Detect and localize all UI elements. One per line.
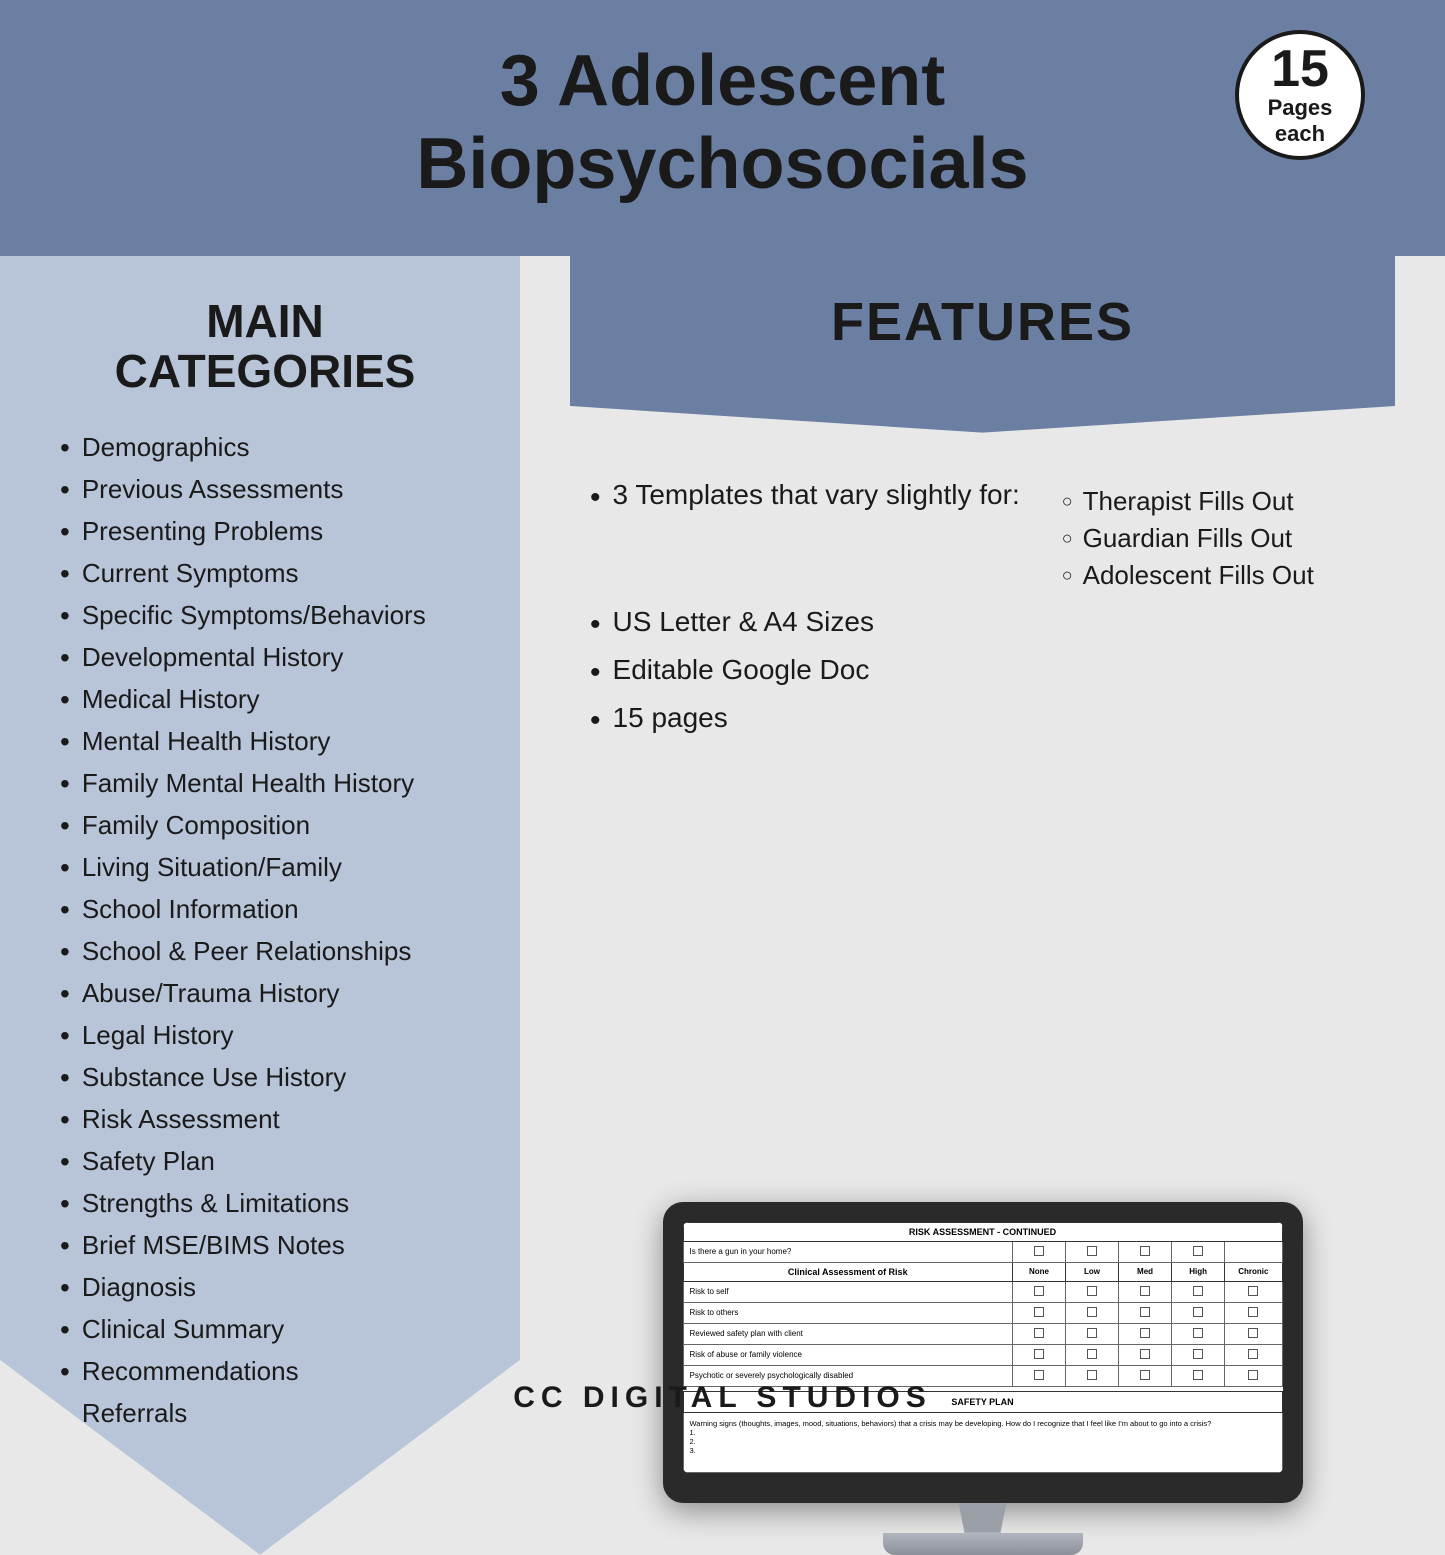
category-item: Risk Assessment xyxy=(60,1099,470,1141)
right-column: FEATURES 3 Templates that vary slightly … xyxy=(520,256,1445,1555)
category-item: Mental Health History xyxy=(60,721,470,763)
monitor-content: RISK ASSESSMENT - CONTINUED Is there a g… xyxy=(683,1222,1283,1473)
safety-plan-content: Warning signs (thoughts, images, mood, s… xyxy=(683,1413,1283,1473)
feature-sub-item: Guardian Fills Out xyxy=(1062,520,1314,557)
category-item: Substance Use History xyxy=(60,1057,470,1099)
category-item: Clinical Summary xyxy=(60,1309,470,1351)
category-item: Family Composition xyxy=(60,805,470,847)
feature-item: 15 pages xyxy=(590,696,1375,744)
risk-abuse: Risk of abuse or family violence xyxy=(683,1344,1012,1365)
category-item: Abuse/Trauma History xyxy=(60,973,470,1015)
category-item: Family Mental Health History xyxy=(60,763,470,805)
gun-question: Is there a gun in your home? xyxy=(683,1241,1012,1262)
risk-others: Risk to others xyxy=(683,1302,1012,1323)
footer-text: CC DIGITAL STUDIOS xyxy=(513,1381,932,1414)
features-list: 3 Templates that vary slightly for:Thera… xyxy=(570,473,1395,744)
category-item: Developmental History xyxy=(60,637,470,679)
table-main-title: RISK ASSESSMENT - CONTINUED xyxy=(683,1222,1282,1241)
badge-number: 15 xyxy=(1271,43,1329,95)
risk-safety-plan: Reviewed safety plan with client xyxy=(683,1323,1012,1344)
feature-item: 3 Templates that vary slightly for:Thera… xyxy=(590,473,1375,600)
page-title: 3 Adolescent Biopsychosocials xyxy=(20,40,1425,206)
footer-dot: . xyxy=(220,1347,227,1375)
stand-neck xyxy=(953,1503,1013,1533)
category-item: Safety Plan xyxy=(60,1141,470,1183)
monitor-screen: RISK ASSESSMENT - CONTINUED Is there a g… xyxy=(663,1202,1303,1503)
category-item: School & Peer Relationships xyxy=(60,931,470,973)
left-column: MAIN CATEGORIES DemographicsPrevious Ass… xyxy=(0,256,520,1555)
feature-sub-item: Adolescent Fills Out xyxy=(1062,557,1314,594)
category-item: Living Situation/Family xyxy=(60,847,470,889)
main-content: MAIN CATEGORIES DemographicsPrevious Ass… xyxy=(0,256,1445,1555)
category-item: Current Symptoms xyxy=(60,553,470,595)
categories-list: DemographicsPrevious AssessmentsPresenti… xyxy=(60,427,470,1435)
category-item: Demographics xyxy=(60,427,470,469)
category-item: Specific Symptoms/Behaviors xyxy=(60,595,470,637)
footer: . CC DIGITAL STUDIOS xyxy=(0,1381,1445,1415)
category-item: Diagnosis xyxy=(60,1267,470,1309)
badge: 15 Pages each xyxy=(1235,30,1365,160)
feature-item: Editable Google Doc xyxy=(590,648,1375,696)
monitor-stand xyxy=(663,1503,1303,1555)
categories-title: MAIN CATEGORIES xyxy=(60,296,470,397)
features-title: FEATURES xyxy=(630,291,1335,353)
risk-self: Risk to self xyxy=(683,1281,1012,1302)
badge-label: Pages each xyxy=(1268,95,1333,148)
stand-base xyxy=(883,1533,1083,1555)
category-item: Legal History xyxy=(60,1015,470,1057)
features-header: FEATURES xyxy=(570,256,1395,433)
category-item: Brief MSE/BIMS Notes xyxy=(60,1225,470,1267)
category-item: Previous Assessments xyxy=(60,469,470,511)
risk-header: Clinical Assessment of Risk xyxy=(683,1262,1012,1281)
category-item: Medical History xyxy=(60,679,470,721)
feature-sub-item: Therapist Fills Out xyxy=(1062,483,1314,520)
category-item: Strengths & Limitations xyxy=(60,1183,470,1225)
monitor-container: RISK ASSESSMENT - CONTINUED Is there a g… xyxy=(570,774,1395,1555)
monitor: RISK ASSESSMENT - CONTINUED Is there a g… xyxy=(663,1202,1303,1555)
feature-item: US Letter & A4 Sizes xyxy=(590,600,1375,648)
header: 3 Adolescent Biopsychosocials 15 Pages e… xyxy=(0,0,1445,256)
category-item: School Information xyxy=(60,889,470,931)
category-item: Presenting Problems xyxy=(60,511,470,553)
